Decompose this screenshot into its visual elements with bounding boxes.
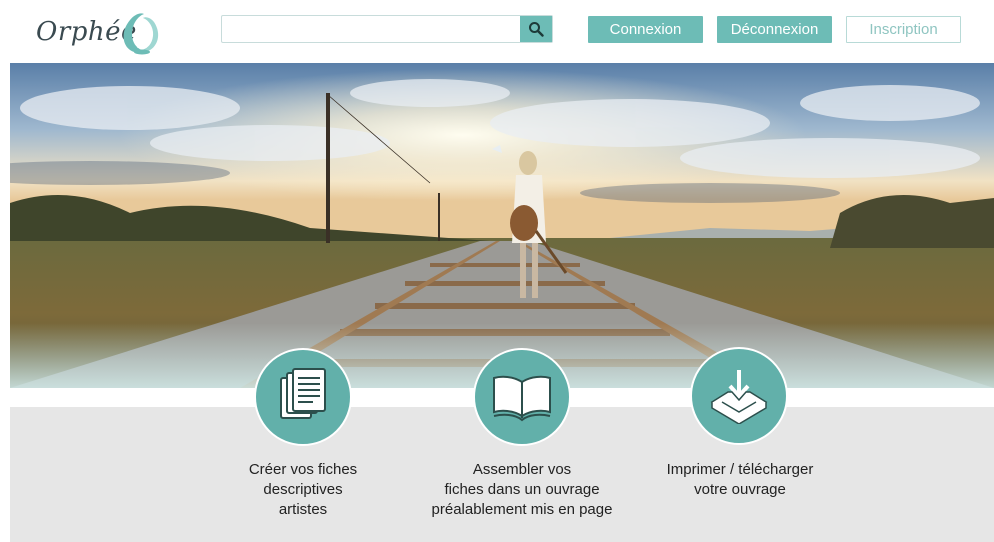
logo[interactable]: Orphée [36, 6, 166, 58]
feature-label-print: Imprimer / télécharger votre ouvrage [666, 461, 814, 498]
deconnexion-button[interactable]: Déconnexion [717, 16, 832, 43]
lyre-logo-icon [123, 13, 159, 55]
search-icon [529, 22, 544, 37]
feature-assemble-book[interactable] [473, 348, 571, 446]
search-bar [221, 15, 553, 43]
connexion-button[interactable]: Connexion [588, 16, 703, 43]
open-book-icon [493, 375, 551, 422]
feature-label-create: Créer vos fiches descriptives artistes [248, 461, 358, 518]
feature-print-download[interactable] [690, 347, 788, 445]
download-tray-icon [710, 370, 768, 424]
feature-label-assemble: Assembler vos fiches dans un ouvrage pré… [431, 461, 613, 518]
search-input[interactable] [222, 16, 520, 42]
documents-icon [280, 368, 326, 419]
feature-create-cards[interactable] [254, 348, 352, 446]
hero-image [10, 63, 994, 388]
search-button[interactable] [520, 16, 552, 42]
hero-banner [10, 63, 994, 388]
header: Orphée Connexion Déconnexion Inscription [0, 0, 994, 62]
inscription-button[interactable]: Inscription [846, 16, 961, 43]
